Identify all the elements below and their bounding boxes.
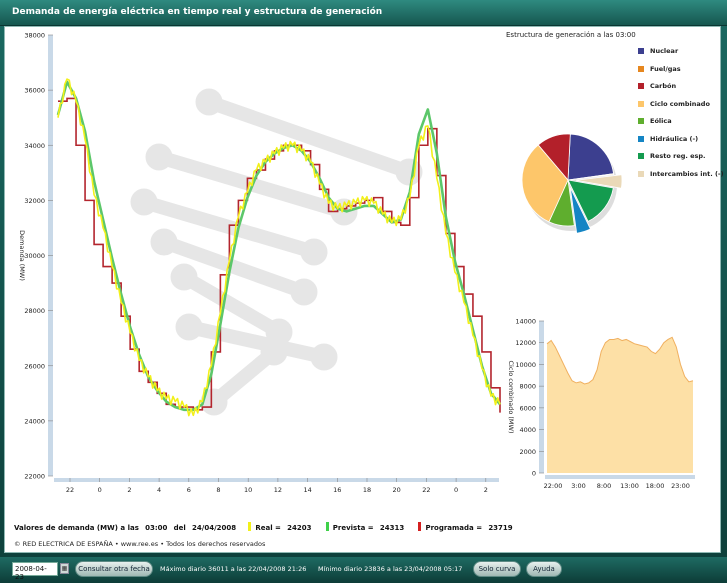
y-tick-label: 36000 [24,87,45,95]
cc-x-tick-label: 23:00 [671,482,690,490]
watermark-dot [130,188,158,216]
cc-y-tick-label: 12000 [515,339,536,347]
legend-label: Intercambios int. (-) [650,169,724,178]
x-tick-label: 18 [363,486,371,494]
y-tick-label: 28000 [24,307,45,315]
x-tick-label: 12 [274,486,282,494]
watermark-dot [150,228,178,256]
cc-y-tick-label: 4000 [519,426,536,434]
programada-label: Programada = [425,524,483,532]
help-button[interactable]: Ayuda [526,561,562,577]
date-input[interactable]: 2008-04-23 [12,562,58,581]
cc-x-tick-label: 3:00 [571,482,586,490]
daily-min: Mínimo diario 23836 a las 23/04/2008 05:… [318,565,463,573]
cc-y-tick-label: 0 [532,470,536,478]
legend-label: Eólica [650,117,672,125]
legend-swatch [638,100,644,107]
y-tick-label: 38000 [24,32,45,40]
x-tick-label: 6 [187,486,191,494]
watermark-dot [310,343,338,371]
y-axis-label: Demanda (MW) [18,230,26,281]
real-value: 24203 [287,524,312,532]
cc-x-tick-label: 18:00 [646,482,665,490]
cc-y-tick-label: 10000 [515,361,536,369]
real-label: Real = [255,524,281,532]
legend-label: Carbón [650,82,677,90]
cc-x-axis-bar [545,475,695,479]
footer-del: del [173,524,186,532]
ciclo-combinado-chart: 0 2000 4000 6000 8000 10000 12000 14000 Ciclo co… [507,318,695,490]
consult-date-button[interactable]: Consultar otra fecha [75,561,153,577]
legend-swatch [638,118,644,124]
x-tick-label: 10 [244,486,252,494]
x-tick-label: 22 [422,486,430,494]
legend-swatch [638,48,644,54]
cc-x-tick-label: 22:00 [544,482,563,490]
x-tick-label: 22 [66,486,74,494]
footer-time: 03:00 [145,524,168,532]
legend-swatch [638,170,644,177]
cc-y-tick-label: 8000 [519,383,536,391]
pie-slice [567,133,615,181]
watermark-dot [290,278,318,306]
legend-label: Nuclear [650,47,679,55]
watermark-dot [170,263,198,291]
watermark-dot [195,88,223,116]
x-axis-bar [54,478,499,482]
footer-label: Valores de demanda (MW) a las [14,524,139,532]
prevista-swatch [325,522,329,531]
legend-label: Hidráulica (-) [650,134,699,143]
prevista-value: 24313 [379,524,405,532]
legend-label: Resto reg. esp. [650,152,706,160]
x-tick-label: 4 [157,486,161,494]
y-tick-label: 26000 [24,362,45,370]
watermark-dot [145,143,173,171]
cc-x-tick-label: 13:00 [620,482,639,490]
x-tick-label: 0 [454,486,458,494]
watermark-dot [300,238,328,266]
programada-value: 23719 [488,524,513,532]
x-tick-label: 20 [393,486,401,494]
real-swatch [248,522,252,531]
x-tick-label: 2 [127,486,131,494]
watermark-dot [175,313,203,341]
pie-title: Estructura de generación a las 03:00 [506,31,636,39]
x-tick-label: 14 [303,486,311,494]
cc-y-tick-label: 14000 [515,318,536,326]
demand-values-footer: Valores de demanda (MW) a las 03:00 del … [14,522,517,532]
copyright: © RED ELECTRICA DE ESPAÑA • www.ree.es •… [14,540,266,548]
daily-max: Máximo diario 36011 a las 22/04/2008 21:… [160,565,307,573]
x-tick-label: 2 [484,486,488,494]
watermark-dot [260,338,288,366]
cc-y-tick-label: 2000 [519,448,536,456]
y-tick-label: 22000 [24,473,45,481]
y-tick-label: 34000 [24,142,45,150]
cc-y-tick-label: 6000 [519,404,536,412]
footer-date: 24/04/2008 [192,524,237,532]
legend-swatch [638,135,644,142]
legend-swatch [638,65,644,72]
y-tick-label: 24000 [24,417,45,425]
title-bar: Demanda de energía eléctrica en tiempo r… [0,0,727,26]
legend-label: Fuel/gas [650,64,681,73]
x-tick-label: 0 [98,486,102,494]
calendar-icon[interactable]: ▦ [60,563,69,574]
legend-label: Ciclo combinado [650,99,710,108]
demand-chart: 2200024000260002800030000320003400036000… [18,32,501,494]
programada-swatch [418,522,422,531]
legend-swatch [638,83,644,89]
window-title: Demanda de energía eléctrica en tiempo r… [12,7,383,17]
y-tick-label: 32000 [24,197,45,205]
cc-x-tick-label: 8:00 [597,482,612,490]
legend-swatch [638,153,644,159]
y-tick-label: 30000 [24,252,45,260]
generation-pie-chart [521,133,623,234]
prevista-label: Prevista = [332,524,374,532]
cc-y-axis-label: Ciclo combinado (MW) [507,361,515,434]
x-tick-label: 8 [216,486,220,494]
cc-y-axis-bar [539,321,544,473]
plot-area [54,35,499,476]
x-tick-label: 16 [333,486,341,494]
solo-curva-button[interactable]: Solo curva [473,561,521,577]
